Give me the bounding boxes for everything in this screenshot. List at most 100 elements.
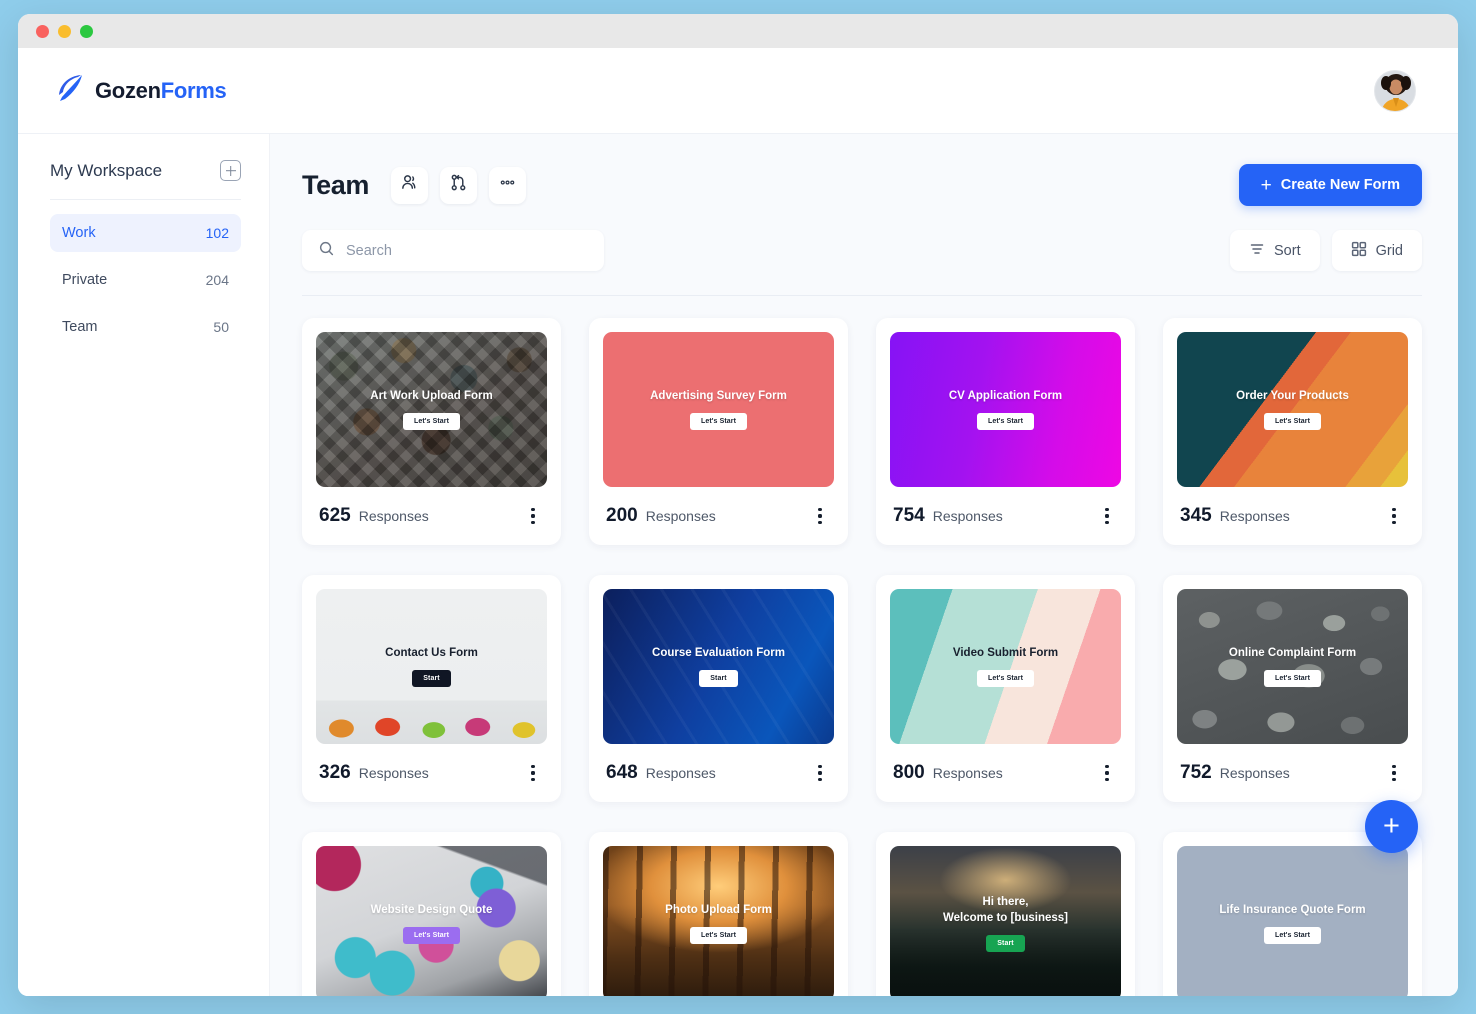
sidebar-item-count: 204	[205, 272, 229, 288]
create-new-form-label: Create New Form	[1280, 177, 1400, 193]
form-thumbnail[interactable]: Advertising Survey Form Let's Start	[603, 332, 834, 487]
form-card[interactable]: Contact Us Form Start 326 Responses	[302, 575, 561, 802]
maximize-window-button[interactable]	[80, 24, 93, 38]
close-window-button[interactable]	[36, 24, 49, 38]
form-start-button[interactable]: Start	[699, 670, 738, 688]
responses-count: 754	[893, 505, 925, 526]
workflow-button[interactable]	[439, 166, 477, 204]
app-header: GozenForms	[18, 48, 1458, 134]
form-card-footer: 648 Responses	[603, 744, 834, 802]
form-start-button[interactable]: Let's Start	[689, 927, 748, 945]
form-start-button[interactable]: Let's Start	[1263, 413, 1322, 431]
sort-button[interactable]: Sort	[1230, 230, 1320, 271]
form-thumbnail[interactable]: Life Insurance Quote Form Let's Start	[1177, 846, 1408, 996]
form-title: Life Insurance Quote Form	[1219, 903, 1366, 916]
form-thumbnail[interactable]: CV Application Form Let's Start	[890, 332, 1121, 487]
form-card-menu-icon[interactable]	[522, 762, 544, 784]
responses-stat: 800 Responses	[893, 762, 1003, 784]
form-card-footer: 752 Responses	[1177, 744, 1408, 802]
form-card[interactable]: Life Insurance Quote Form Let's Start	[1163, 832, 1422, 996]
form-thumbnail[interactable]: Order Your Products Let's Start	[1177, 332, 1408, 487]
sidebar-item-team[interactable]: Team 50	[50, 308, 241, 346]
form-thumbnail[interactable]: Contact Us Form Start	[316, 589, 547, 744]
form-thumbnail[interactable]: Hi there, Welcome to [business] Start	[890, 846, 1121, 996]
form-title: Art Work Upload Form	[370, 389, 493, 402]
sidebar-item-label: Work	[62, 225, 96, 241]
form-card[interactable]: Online Complaint Form Let's Start 752 Respo…	[1163, 575, 1422, 802]
form-start-button[interactable]: Let's Start	[1263, 927, 1322, 945]
form-start-button[interactable]: Let's Start	[976, 413, 1035, 431]
form-thumbnail[interactable]: Video Submit Form Let's Start	[890, 589, 1121, 744]
form-card-menu-icon[interactable]	[1096, 505, 1118, 527]
form-card-footer: 625 Responses	[316, 487, 547, 545]
form-start-button[interactable]: Let's Start	[402, 927, 461, 945]
view-tools: Sort Grid	[1230, 230, 1422, 271]
sidebar-item-work[interactable]: Work 102	[50, 214, 241, 252]
responses-label: Responses	[645, 765, 716, 781]
form-start-button[interactable]: Let's Start	[976, 670, 1035, 688]
form-start-button[interactable]: Let's Start	[1263, 670, 1322, 688]
sidebar-item-count: 102	[205, 225, 229, 241]
form-card[interactable]: Course Evaluation Form Start 648 Responses	[589, 575, 848, 802]
form-card[interactable]: Website Design Quote Let's Start	[302, 832, 561, 996]
window-titlebar	[18, 14, 1458, 48]
form-start-button[interactable]: Let's Start	[689, 413, 748, 431]
form-card-menu-icon[interactable]	[1383, 505, 1405, 527]
form-thumbnail[interactable]: Online Complaint Form Let's Start	[1177, 589, 1408, 744]
form-card-menu-icon[interactable]	[1096, 762, 1118, 784]
sidebar: My Workspace Work 102 Private 204 Team 5…	[18, 134, 270, 996]
create-new-form-button[interactable]: + Create New Form	[1238, 164, 1422, 206]
form-card[interactable]: Art Work Upload Form Let's Start 625 Respon…	[302, 318, 561, 545]
sidebar-item-private[interactable]: Private 204	[50, 261, 241, 299]
feather-icon	[56, 73, 84, 108]
form-title: Hi there, Welcome to [business]	[942, 895, 1069, 924]
form-card[interactable]: Advertising Survey Form Let's Start 200 Res…	[589, 318, 848, 545]
form-card[interactable]: Hi there, Welcome to [business] Start	[876, 832, 1135, 996]
form-thumbnail[interactable]: Course Evaluation Form Start	[603, 589, 834, 744]
responses-count: 625	[319, 505, 351, 526]
avatar[interactable]	[1374, 69, 1416, 112]
form-card-menu-icon[interactable]	[1383, 762, 1405, 784]
brand-name: GozenForms	[95, 77, 227, 104]
form-card-menu-icon[interactable]	[809, 505, 831, 527]
form-start-button[interactable]: Start	[986, 935, 1025, 953]
form-card-menu-icon[interactable]	[809, 762, 831, 784]
plus-icon: +	[1260, 174, 1272, 196]
minimize-window-button[interactable]	[58, 24, 71, 38]
form-thumbnail[interactable]: Website Design Quote Let's Start	[316, 846, 547, 996]
add-form-fab[interactable]: +	[1365, 800, 1418, 853]
form-thumbnail[interactable]: Art Work Upload Form Let's Start	[316, 332, 547, 487]
form-card[interactable]: Order Your Products Let's Start 345 Respons…	[1163, 318, 1422, 545]
filter-toolbar: Sort Grid	[302, 230, 1422, 296]
form-card-footer: 326 Responses	[316, 744, 547, 802]
grid-view-button[interactable]: Grid	[1331, 230, 1422, 271]
plus-square-icon[interactable]	[220, 160, 241, 181]
form-card-menu-icon[interactable]	[522, 505, 544, 527]
app-window: GozenForms My Workspace Work 102 Private…	[18, 14, 1458, 996]
form-title: Photo Upload Form	[665, 903, 772, 916]
page-title-group: Team	[302, 166, 526, 204]
search-icon	[318, 240, 335, 262]
responses-stat: 326 Responses	[319, 762, 429, 784]
sort-label: Sort	[1274, 242, 1301, 259]
search-box[interactable]	[302, 230, 604, 271]
members-button[interactable]	[390, 166, 428, 204]
members-icon	[400, 173, 419, 197]
form-card[interactable]: Photo Upload Form Let's Start	[589, 832, 848, 996]
more-icon	[498, 173, 517, 197]
form-thumbnail[interactable]: Photo Upload Form Let's Start	[603, 846, 834, 996]
brand-name-primary: Gozen	[95, 77, 161, 103]
form-start-button[interactable]: Let's Start	[402, 413, 461, 431]
main-content: Team + Create New Form Search Sort Grid …	[270, 134, 1458, 996]
form-start-button[interactable]: Start	[412, 670, 451, 688]
form-title: Website Design Quote	[370, 903, 493, 916]
view-label: Grid	[1375, 242, 1403, 259]
form-card[interactable]: CV Application Form Let's Start 754 Respons…	[876, 318, 1135, 545]
plus-icon: +	[1383, 810, 1400, 842]
sidebar-item-count: 50	[213, 319, 229, 335]
more-options-button[interactable]	[488, 166, 526, 204]
form-card[interactable]: Video Submit Form Let's Start 800 Responses	[876, 575, 1135, 802]
responses-label: Responses	[645, 508, 716, 524]
brand-logo[interactable]: GozenForms	[56, 73, 227, 108]
search-input[interactable]	[346, 242, 588, 259]
